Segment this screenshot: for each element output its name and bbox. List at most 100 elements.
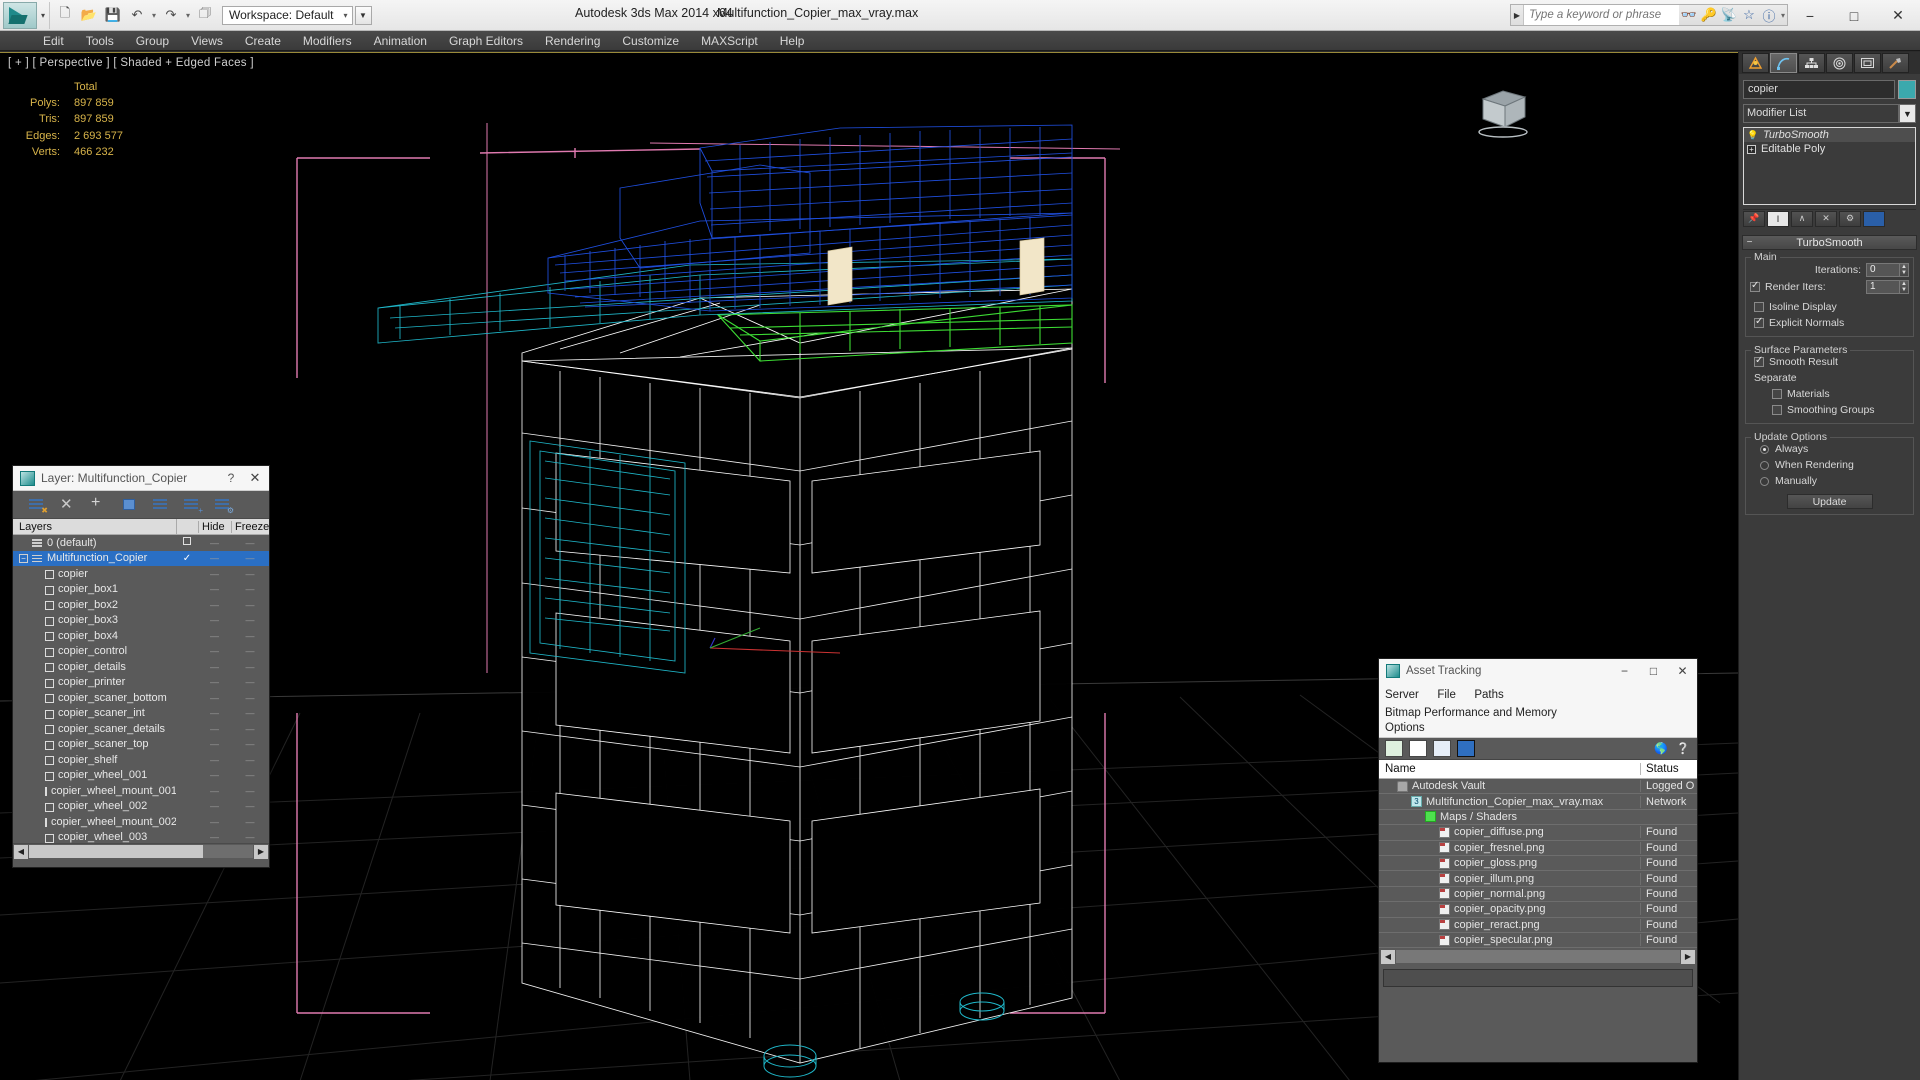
layer-hide-toggle[interactable]: — — [198, 786, 231, 796]
asset-menu-options[interactable]: Options — [1385, 722, 1683, 734]
layer-hide-toggle[interactable]: — — [198, 631, 231, 641]
layer-list[interactable]: 0 (default) — — − Multifunction_Copier ✓ — — cop… — [13, 535, 269, 843]
scroll-right-arrow-icon[interactable]: ▶ — [254, 844, 268, 859]
subobject-level-icon[interactable] — [1863, 210, 1885, 227]
view-cube[interactable] — [1469, 83, 1533, 141]
key-icon[interactable]: 🔑 — [1699, 5, 1719, 25]
menu-item-modifiers[interactable]: Modifiers — [292, 31, 363, 51]
asset-row[interactable]: copier_reract.png Found — [1379, 918, 1697, 933]
pin-stack-icon[interactable]: 📌 — [1743, 210, 1765, 227]
redo-icon[interactable]: ↷ — [160, 4, 182, 26]
asset-scroll-right-icon[interactable]: ▶ — [1681, 949, 1695, 964]
smooth-result-row[interactable]: Smooth Result — [1750, 354, 1909, 370]
asset-row[interactable]: 3 Multifunction_Copier_max_vray.max Networ… — [1379, 794, 1697, 810]
configure-sets-icon[interactable]: ⚙ — [1839, 210, 1861, 227]
isoline-display-row[interactable]: Isoline Display — [1750, 299, 1909, 315]
modifier-stack[interactable]: 💡 TurboSmooth + Editable Poly — [1743, 127, 1916, 205]
rollout-collapse-icon[interactable]: − — [1743, 237, 1756, 248]
minimize-button[interactable]: − — [1788, 0, 1832, 31]
layer-help-button[interactable]: ? — [221, 471, 241, 485]
asset-tracking-dialog[interactable]: Asset Tracking − □ ✕ Server File Paths B… — [1378, 658, 1698, 1063]
materials-checkbox[interactable] — [1772, 389, 1782, 399]
menu-item-graph-editors[interactable]: Graph Editors — [438, 31, 534, 51]
layer-freeze-toggle[interactable]: — — [231, 538, 269, 548]
display-tab[interactable] — [1854, 53, 1881, 73]
layer-row[interactable]: copier_box4 — — — [13, 628, 269, 644]
app-menu-arrow-icon[interactable]: ▾ — [37, 11, 49, 20]
render-iters-input[interactable]: 1 — [1866, 279, 1900, 294]
undo-icon[interactable]: ↶ — [126, 4, 148, 26]
app-logo-icon[interactable] — [3, 1, 37, 29]
layer-row[interactable]: copier_wheel_mount_002 — — — [13, 814, 269, 830]
update-button[interactable]: Update — [1786, 494, 1873, 509]
layer-hide-toggle[interactable]: — — [198, 770, 231, 780]
select-objects-icon[interactable] — [122, 497, 139, 513]
layer-hide-toggle[interactable]: — — [198, 693, 231, 703]
help-icon[interactable]: ⓘ — [1759, 5, 1779, 25]
show-end-result-icon[interactable]: I — [1767, 210, 1789, 227]
layer-row[interactable]: copier_wheel_002 — — — [13, 799, 269, 815]
asset-menu-server[interactable]: Server — [1385, 689, 1419, 701]
star-icon[interactable]: ☆ — [1739, 5, 1759, 25]
update-option-manually[interactable]: Manually — [1750, 473, 1909, 489]
asset-scroll-track[interactable] — [1396, 950, 1680, 964]
list-view-icon[interactable] — [1409, 740, 1427, 757]
explicit-normals-checkbox[interactable] — [1754, 316, 1764, 328]
light-bulb-icon[interactable]: 💡 — [1747, 130, 1758, 141]
question-help-icon[interactable]: ❔ — [1675, 741, 1691, 757]
layer-hide-toggle[interactable]: — — [198, 600, 231, 610]
layer-row[interactable]: copier_details — — — [13, 659, 269, 675]
layer-hide-toggle[interactable]: — — [198, 677, 231, 687]
detail-view-icon[interactable] — [1433, 740, 1451, 757]
asset-menu-file[interactable]: File — [1437, 689, 1456, 701]
render-iters-checkbox[interactable] — [1750, 280, 1760, 292]
menu-item-views[interactable]: Views — [180, 31, 234, 51]
search-input[interactable] — [1524, 5, 1679, 25]
asset-menu-paths[interactable]: Paths — [1474, 689, 1503, 701]
asset-maximize-button[interactable]: □ — [1639, 664, 1668, 678]
layer-freeze-toggle[interactable]: — — [231, 755, 269, 765]
layer-row[interactable]: copier — — — [13, 566, 269, 582]
close-button[interactable]: ✕ — [1876, 0, 1920, 31]
layer-hide-toggle[interactable]: — — [198, 646, 231, 656]
layer-hide-toggle[interactable]: — — [198, 724, 231, 734]
menu-item-rendering[interactable]: Rendering — [534, 31, 611, 51]
asset-row[interactable]: copier_illum.png Found — [1379, 871, 1697, 887]
iterations-input[interactable]: 0 — [1866, 262, 1900, 277]
layer-row[interactable]: copier_wheel_mount_001 — — — [13, 783, 269, 799]
viewport-label[interactable]: [ + ] [ Perspective ] [ Shaded + Edged F… — [8, 57, 254, 69]
smoothing-groups-checkbox[interactable] — [1772, 405, 1782, 415]
delete-layer-icon[interactable]: ✖ — [29, 497, 48, 515]
satellite-icon[interactable]: 📡 — [1719, 5, 1739, 25]
menu-item-edit[interactable]: Edit — [32, 31, 75, 51]
help-dropdown-icon[interactable]: ▾ — [1779, 11, 1787, 20]
layer-hide-toggle[interactable]: — — [198, 662, 231, 672]
layer-hide-toggle[interactable]: — — [198, 615, 231, 625]
update-option-always[interactable]: Always — [1750, 441, 1909, 457]
layer-hide-toggle[interactable]: — — [198, 755, 231, 765]
layer-active-box[interactable] — [176, 537, 198, 548]
menu-item-create[interactable]: Create — [234, 31, 292, 51]
layer-freeze-toggle[interactable]: — — [231, 786, 269, 796]
update-option-when-rendering[interactable]: When Rendering — [1750, 457, 1909, 473]
make-unique-icon[interactable]: ∧ — [1791, 210, 1813, 227]
new-layer-icon[interactable]: + — [91, 494, 108, 513]
always-radio[interactable] — [1760, 444, 1769, 454]
redo-dropdown-icon[interactable]: ▾ — [184, 11, 192, 20]
layer-freeze-toggle[interactable]: — — [231, 801, 269, 811]
asset-list[interactable]: Autodesk Vault Logged O 3 Multifunction_Cop… — [1379, 779, 1697, 949]
layer-row[interactable]: − Multifunction_Copier ✓ — — — [13, 550, 269, 566]
layer-row[interactable]: 0 (default) — — — [13, 535, 269, 551]
modifier-list-label[interactable]: Modifier List — [1743, 104, 1899, 123]
modifier-stack-item-turbosmooth[interactable]: 💡 TurboSmooth — [1744, 128, 1915, 142]
layer-properties-icon[interactable]: ⚙ — [215, 497, 234, 515]
layer-dialog[interactable]: Layer: Multifunction_Copier ? ✕ ✖ ✕ + + … — [12, 465, 270, 868]
add-selection-icon[interactable]: + — [184, 497, 203, 515]
layer-row[interactable]: copier_control — — — [13, 644, 269, 660]
asset-row[interactable]: copier_specular.png Found — [1379, 933, 1697, 949]
layer-row[interactable]: copier_box3 — — — [13, 613, 269, 629]
rollout-header-turbosmooth[interactable]: − TurboSmooth — [1742, 235, 1917, 250]
plus-expand-icon[interactable]: + — [1747, 144, 1756, 154]
layer-row[interactable]: copier_scaner_bottom — — — [13, 690, 269, 706]
layer-row[interactable]: copier_wheel_003 — — — [13, 830, 269, 843]
